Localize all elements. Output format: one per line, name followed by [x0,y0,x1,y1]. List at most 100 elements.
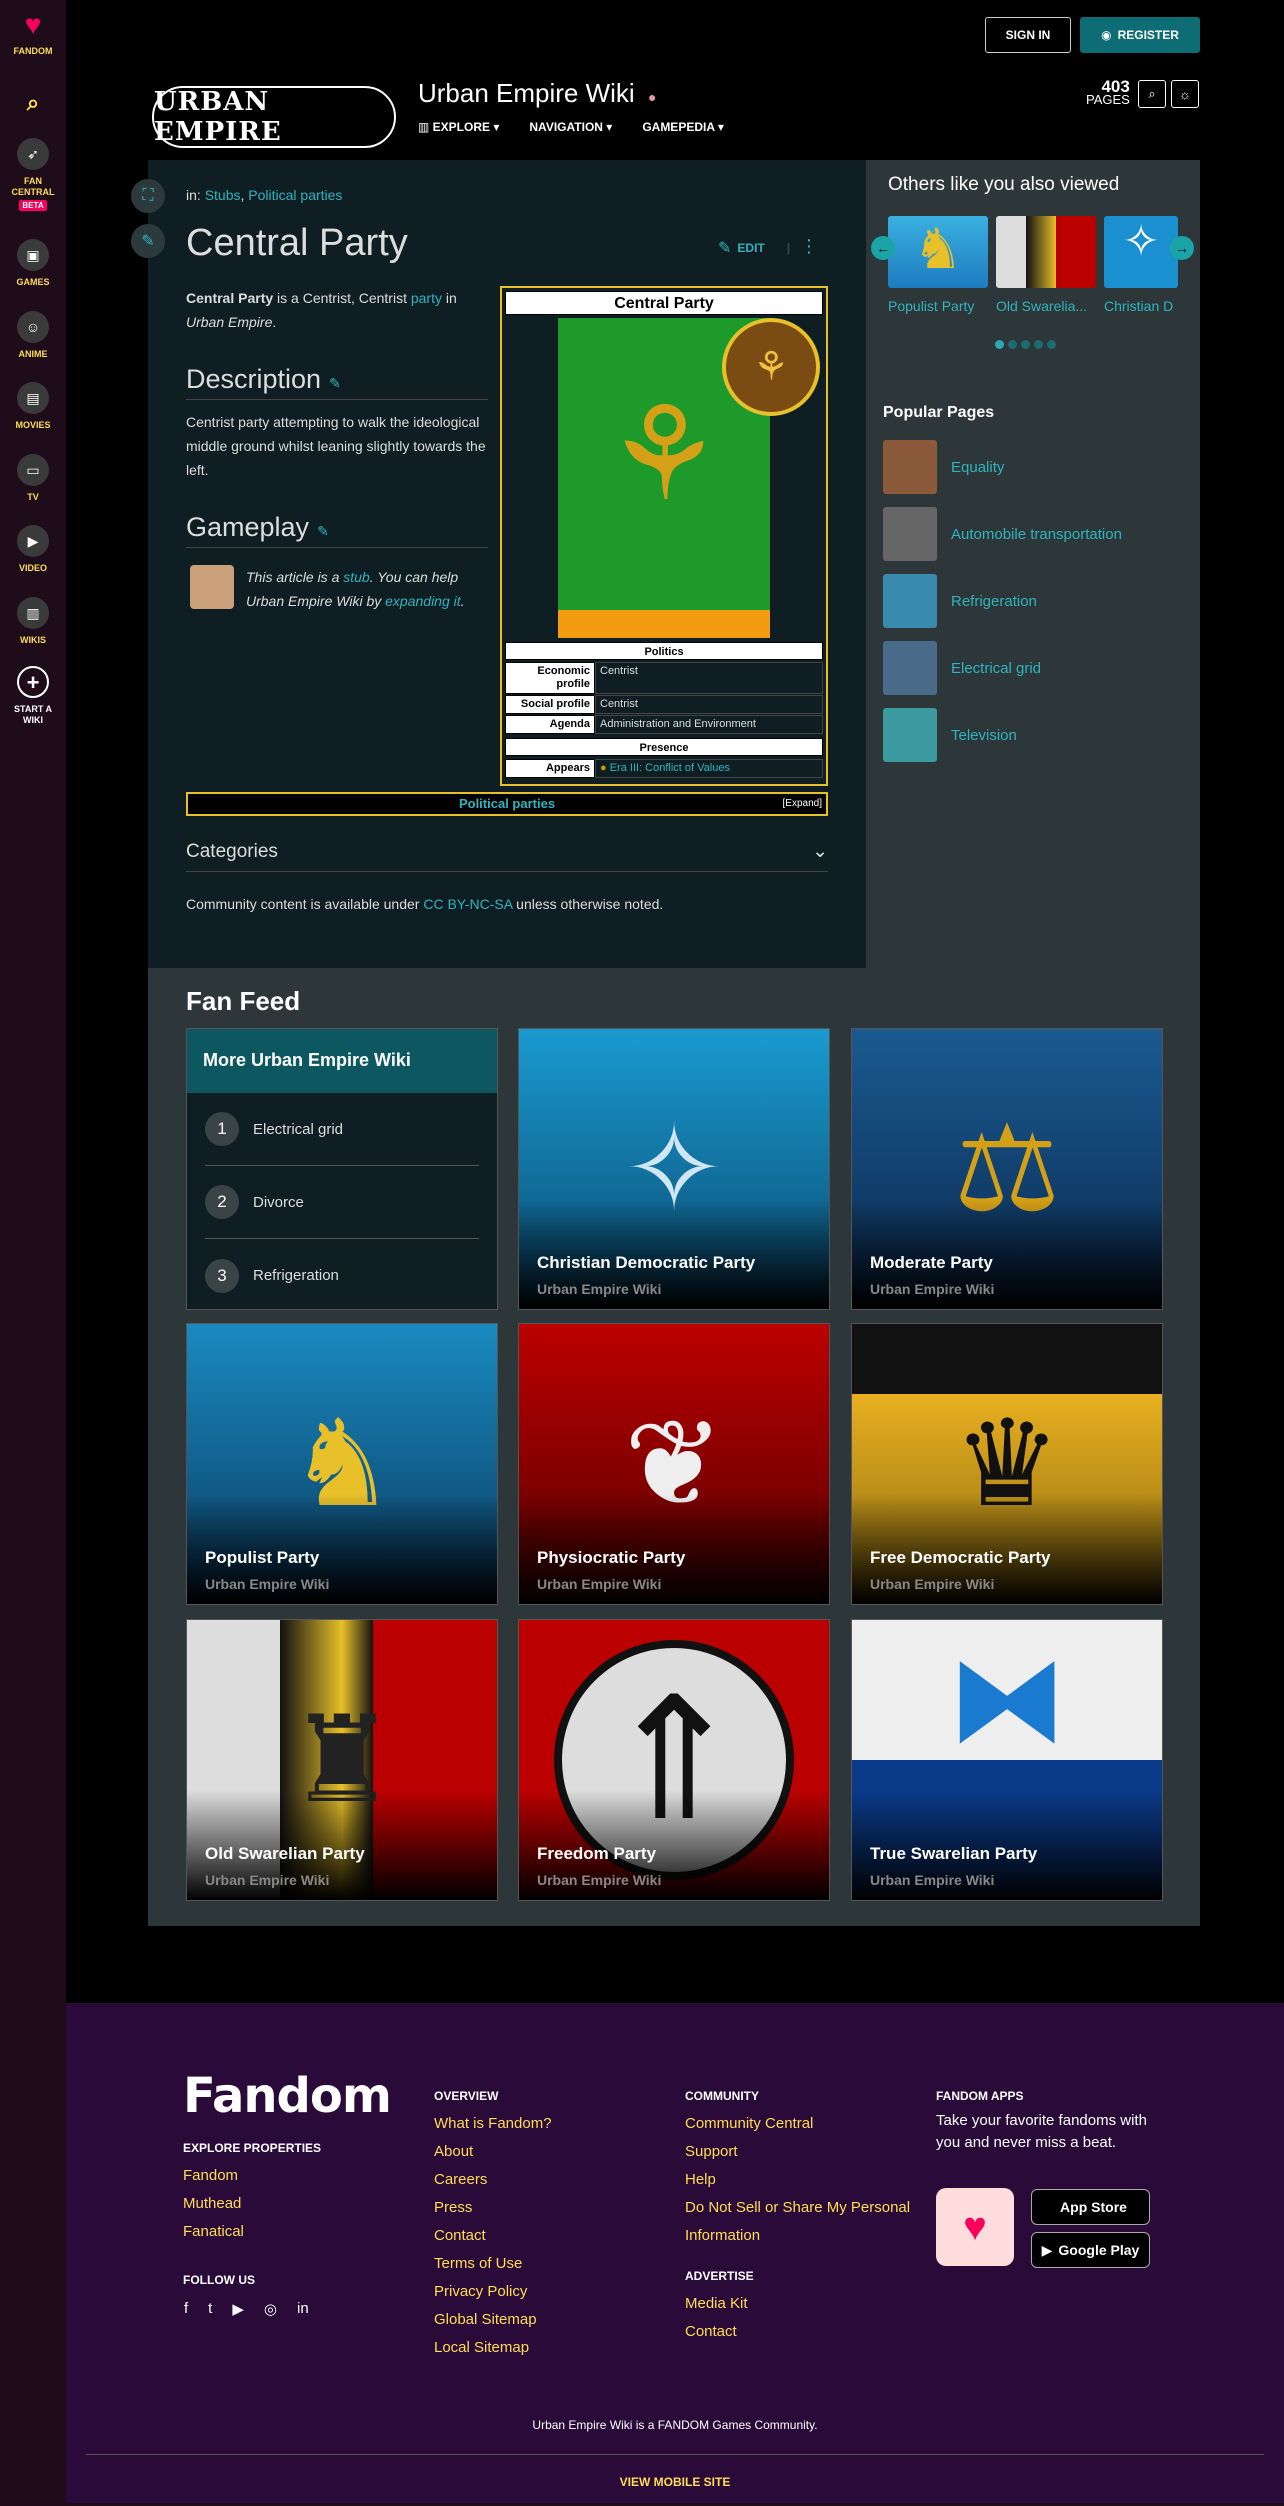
others-label[interactable]: Old Swarelia... [996,298,1100,314]
navbox-expand[interactable]: [Expand] [783,794,822,814]
pencil-icon[interactable]: ✎ [329,375,341,391]
footer-link[interactable]: Local Sitemap [434,2334,552,2362]
footer-link[interactable]: Media Kit [685,2290,915,2318]
register-button[interactable]: ◉ REGISTER [1080,17,1200,53]
others-thumb[interactable] [996,216,1096,288]
party-link[interactable]: party [411,290,442,306]
pencil-icon[interactable]: ✎ [317,523,329,539]
rail-start-wiki[interactable]: + START A WIKI [0,666,66,726]
expand-icon: ⛶ [142,187,154,204]
rail-games[interactable]: ▣ GAMES [0,239,66,288]
feed-card[interactable]: ♛ Free Democratic Party Urban Empire Wiki [851,1323,1163,1605]
expand-button[interactable]: ⛶ [131,179,165,213]
crumb-stubs[interactable]: Stubs [205,187,241,203]
more-actions-icon[interactable]: ⋮ [800,236,818,257]
others-thumb[interactable]: ♞ [888,216,988,288]
footer-link[interactable]: Support [685,2138,915,2166]
rail-search[interactable]: ⌕ [0,86,66,124]
footer-link[interactable]: What is Fandom? [434,2110,552,2138]
facebook-icon[interactable]: f [184,2300,188,2318]
feed-card[interactable]: ⇑ Freedom Party Urban Empire Wiki [518,1619,830,1901]
carousel-dots [995,340,1056,349]
chevron-down-icon: ⌄ [812,841,828,862]
footer-bottom: Urban Empire Wiki is a FANDOM Games Comm… [66,2403,1284,2489]
twitter-icon[interactable]: t [208,2300,212,2318]
rail-tv[interactable]: ▭ TV [0,454,66,503]
era-link[interactable]: Era III: Conflict of Values [610,762,730,774]
footer-link[interactable]: Muthead [183,2190,321,2218]
footer-link[interactable]: Press [434,2194,552,2222]
popular-item[interactable]: Electrical grid [883,641,1041,695]
nav-navigation[interactable]: NAVIGATION ▾ [529,120,612,134]
license-link[interactable]: CC BY-NC-SA [423,896,512,912]
others-label[interactable]: Christian D [1104,298,1178,314]
social-links: f t ▶ ◎ in [184,2300,309,2318]
popular-item[interactable]: Automobile transportation [883,507,1122,561]
description-heading: Description ✎ [186,364,488,400]
nav-gamepedia[interactable]: GAMEPEDIA ▾ [642,120,724,134]
popular-item[interactable]: Equality [883,440,1004,494]
footer-link[interactable]: Fanatical [183,2218,321,2246]
others-thumb[interactable]: ✧ [1104,216,1178,288]
rail-movies[interactable]: ▤ MOVIES [0,382,66,431]
party-emblem-icon: ⚘ [722,318,820,416]
footer-link[interactable]: Terms of Use [434,2250,552,2278]
feed-card[interactable]: ❦ Physiocratic Party Urban Empire Wiki [518,1323,830,1605]
crumb-political-parties[interactable]: Political parties [248,187,342,203]
popular-item[interactable]: Television [883,708,1017,762]
app-store-button[interactable]: App Store [1031,2189,1150,2225]
stub-notice: This article is a stub. You can help Urb… [190,565,490,613]
carousel-next-icon[interactable]: → [1170,236,1194,260]
view-mobile-link[interactable]: VIEW MOBILE SITE [66,2475,1284,2489]
rail-fan-central[interactable]: ➶ FAN CENTRAL BETA [0,138,66,211]
edit-button[interactable]: ✎ EDIT | [718,238,790,258]
sign-in-button[interactable]: SIGN IN [985,17,1071,53]
search-button[interactable]: ⌕ [1138,80,1166,108]
carousel-prev-icon[interactable]: ← [871,236,895,260]
categories-toggle[interactable]: Categories ⌄ [186,832,828,872]
instagram-icon[interactable]: ◎ [264,2300,277,2318]
feed-card[interactable]: ⧓ True Swarelian Party Urban Empire Wiki [851,1619,1163,1901]
feed-card[interactable]: ✧ Christian Democratic Party Urban Empire… [518,1028,830,1310]
google-play-button[interactable]: ▶ Google Play [1031,2232,1150,2268]
others-label[interactable]: Populist Party [888,298,992,314]
navbox-title[interactable]: Political parties [459,796,555,811]
feed-card[interactable]: ⚖ Moderate Party Urban Empire Wiki [851,1028,1163,1310]
footer-link[interactable]: About [434,2138,552,2166]
footer-link[interactable]: Community Central [685,2110,915,2138]
rail-video[interactable]: ▶ VIDEO [0,525,66,574]
youtube-icon[interactable]: ▶ [232,2300,244,2318]
footer-link[interactable]: Careers [434,2166,552,2194]
duck-icon: ♞ [912,217,964,280]
edit-fab[interactable]: ✎ [131,224,165,258]
feed-card[interactable]: ♞ Populist Party Urban Empire Wiki [186,1323,498,1605]
stub-link[interactable]: stub [343,569,369,585]
linkedin-icon[interactable]: in [297,2300,309,2318]
page-title: Central Party [186,222,408,264]
fandom-logo[interactable]: Fandom [183,2068,392,2124]
license-notice: Community content is available under CC … [186,896,664,912]
fandom-app-icon[interactable]: ♥ [936,2188,1014,2266]
wiki-logo[interactable]: URBAN EMPIRE [152,86,396,148]
popular-item[interactable]: Refrigeration [883,574,1037,628]
footer-link[interactable]: Global Sitemap [434,2306,552,2334]
rail-fandom[interactable]: ♥ FANDOM [0,8,66,57]
list-item[interactable]: 2 Divorce [205,1166,479,1239]
list-item[interactable]: 3 Refrigeration [205,1239,479,1312]
expanding-link[interactable]: expanding it [385,593,461,609]
footer-link[interactable]: Privacy Policy [434,2278,552,2306]
theme-toggle[interactable]: ☼ [1171,80,1199,108]
footer-link[interactable]: Do Not Sell or Share My Personal Informa… [685,2194,915,2250]
footer-link[interactable]: Contact [434,2222,552,2250]
list-item[interactable]: 1 Electrical grid [205,1093,479,1166]
footer-link[interactable]: Fandom [183,2162,321,2190]
rail-wikis[interactable]: ▥ WIKIS [0,597,66,646]
navbox-political-parties: Political parties [Expand] [186,792,828,816]
infobox-row: Social profile Centrist [505,695,823,714]
feed-card[interactable]: ♜ Old Swarelian Party Urban Empire Wiki [186,1619,498,1901]
wiki-title[interactable]: Urban Empire Wiki ● [418,78,656,109]
rail-anime[interactable]: ☺ ANIME [0,311,66,360]
footer-link[interactable]: Help [685,2166,915,2194]
nav-explore[interactable]: ▥ EXPLORE ▾ [418,120,499,134]
footer-link[interactable]: Contact [685,2318,915,2346]
